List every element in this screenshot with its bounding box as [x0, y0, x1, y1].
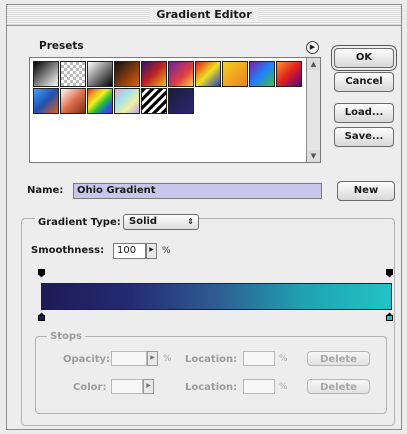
save-button[interactable]: Save...	[334, 127, 394, 147]
preset-swatch[interactable]	[141, 88, 167, 114]
scroll-up-icon[interactable]: ▲	[307, 58, 320, 70]
preset-swatch[interactable]	[276, 61, 302, 87]
preset-swatch[interactable]	[114, 61, 140, 87]
opacity-label: Opacity:	[63, 354, 111, 365]
title-bar[interactable]: Gradient Editor	[7, 5, 401, 26]
gradient-type-label: Gradient Type:	[35, 217, 124, 228]
preset-swatch[interactable]	[168, 61, 194, 87]
preset-swatch[interactable]	[60, 88, 86, 114]
preset-swatch[interactable]	[249, 61, 275, 87]
color-stop-left[interactable]	[38, 312, 45, 321]
color-label: Color:	[73, 382, 107, 393]
preset-swatch[interactable]	[114, 88, 140, 114]
swatch-grid	[33, 61, 303, 114]
presets-label: Presets	[39, 40, 84, 52]
window-title: Gradient Editor	[150, 8, 258, 21]
opacity-location-field	[243, 351, 275, 366]
preset-swatch[interactable]	[33, 61, 59, 87]
presets-scrollbar[interactable]: ▲ ▼	[306, 58, 320, 162]
opacity-field	[111, 351, 147, 366]
preset-swatch[interactable]	[222, 61, 248, 87]
color-location-unit: %	[279, 382, 288, 392]
presets-list[interactable]: ▲ ▼	[29, 57, 321, 163]
opacity-location-unit: %	[279, 354, 288, 364]
updown-arrows-icon: ⇕	[187, 217, 194, 226]
opacity-unit: %	[163, 354, 172, 364]
color-stop-right[interactable]	[386, 312, 393, 321]
preset-swatch[interactable]	[87, 61, 113, 87]
preset-swatch[interactable]	[195, 61, 221, 87]
preset-swatch[interactable]	[60, 61, 86, 87]
scroll-down-icon[interactable]: ▼	[307, 150, 320, 162]
smoothness-unit: %	[162, 246, 171, 256]
name-field[interactable]: Ohio Gradient	[73, 183, 322, 199]
circle-arrow-icon[interactable]: ▶	[306, 41, 319, 54]
color-swatch-field	[111, 379, 143, 394]
opacity-location-label: Location:	[185, 354, 238, 365]
cancel-button[interactable]: Cancel	[334, 72, 394, 92]
color-arrow-icon: ▶	[143, 379, 154, 394]
preset-swatch[interactable]	[168, 88, 194, 114]
gradient-editor-dialog: Gradient Editor Presets ▶ ▲ ▼ OK Cancel …	[6, 4, 402, 430]
preset-swatch[interactable]	[87, 88, 113, 114]
gradient-type-value: Solid	[129, 216, 158, 227]
smoothness-label: Smoothness:	[31, 245, 105, 256]
preset-swatch[interactable]	[141, 61, 167, 87]
color-delete-button: Delete	[307, 379, 370, 394]
gradient-type-select[interactable]: Solid ⇕	[123, 214, 199, 230]
opacity-delete-button: Delete	[307, 351, 370, 366]
load-button[interactable]: Load...	[334, 103, 394, 123]
opacity-stop-left[interactable]	[38, 269, 45, 278]
smoothness-arrow-icon[interactable]: ▶	[146, 243, 157, 259]
color-location-label: Location:	[185, 382, 238, 393]
preset-swatch[interactable]	[33, 88, 59, 114]
opacity-arrow-icon: ▶	[147, 351, 158, 366]
gradient-preview-bar[interactable]	[41, 283, 392, 310]
stops-frame	[35, 336, 387, 414]
new-button[interactable]: New	[337, 181, 395, 201]
ok-button[interactable]: OK	[334, 48, 394, 68]
smoothness-field[interactable]: 100	[113, 243, 146, 259]
opacity-stop-right[interactable]	[386, 269, 393, 278]
color-location-field	[243, 379, 275, 394]
name-label: Name:	[27, 185, 64, 196]
stops-label: Stops	[47, 331, 85, 342]
